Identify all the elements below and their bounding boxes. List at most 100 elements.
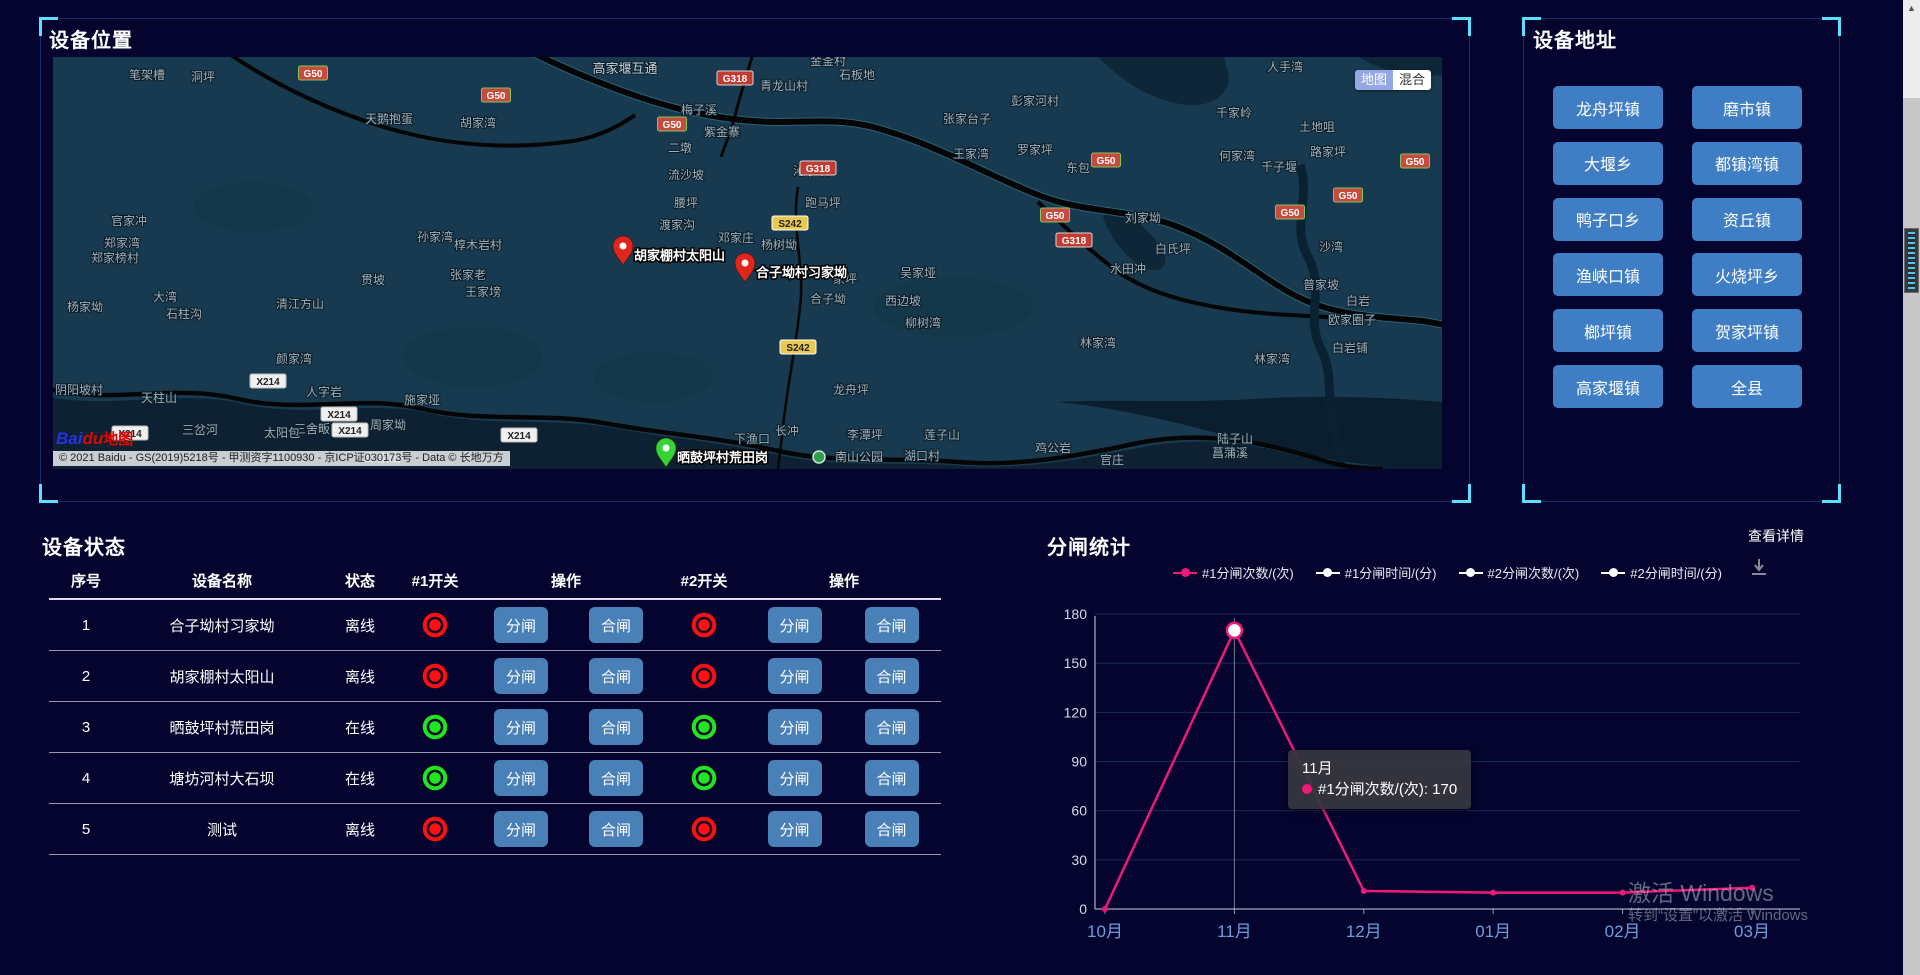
address-button-渔峡口镇[interactable]: 渔峡口镇 (1553, 253, 1663, 296)
map-place-label: 菖蒲溪 (1212, 446, 1248, 460)
svg-text:01月: 01月 (1475, 922, 1511, 941)
address-button-大堰乡[interactable]: 大堰乡 (1553, 142, 1663, 185)
address-button-榔坪镇[interactable]: 榔坪镇 (1553, 309, 1663, 352)
corner-accent (1522, 484, 1541, 503)
map-place-label: 三岔河 (182, 423, 218, 437)
row-index: 4 (82, 770, 90, 787)
table-header-cell: 序号 (49, 570, 123, 591)
svg-text:合子坳村习家坳: 合子坳村习家坳 (756, 265, 847, 280)
close-switch1-button[interactable]: 合闸 (589, 607, 643, 643)
map-place-label: 刘家坳 (1125, 210, 1161, 225)
device-status: 离线 (345, 666, 375, 687)
map-place-label: 李潭坪 (847, 427, 883, 442)
road-badge: S242 (780, 340, 816, 354)
svg-text:S242: S242 (786, 343, 810, 354)
scrollbar-track-top[interactable] (1903, 0, 1920, 98)
open-switch2-button[interactable]: 分闸 (768, 811, 822, 847)
table-row: 1合子坳村习家坳离线分闸合闸分闸合闸 (49, 600, 941, 651)
road-badge: G50 (482, 88, 511, 102)
svg-text:X214: X214 (327, 410, 351, 421)
map-place-label: 白岩 (1346, 293, 1370, 308)
map-place-label: 湖口村 (904, 448, 940, 463)
data-point[interactable] (1102, 906, 1108, 912)
address-button-资丘镇[interactable]: 资丘镇 (1692, 198, 1802, 241)
map-place-label: 梅子溪 (681, 102, 717, 117)
address-button-贺家坪镇[interactable]: 贺家坪镇 (1692, 309, 1802, 352)
map-place-label: 邓家庄 (718, 230, 754, 245)
open-switch1-button[interactable]: 分闸 (494, 709, 548, 745)
close-switch2-button[interactable]: 合闸 (865, 658, 919, 694)
map-place-label: 林家湾 (1080, 335, 1116, 350)
address-button-鸭子口乡[interactable]: 鸭子口乡 (1553, 198, 1663, 241)
svg-text:G50: G50 (1281, 208, 1300, 219)
map-type-地图[interactable]: 地图 (1355, 70, 1393, 90)
highlighted-data-point[interactable] (1227, 623, 1242, 638)
map-place-label: 普家坡 (1303, 277, 1339, 292)
svg-text:G50: G50 (487, 91, 506, 102)
map-place-label: 渡家沟 (659, 217, 695, 232)
baidu-map[interactable]: 笔架槽洞坪天鹅抱蛋胡家湾高家堰互通梅子溪紫金寨二墩金釜村石板地青龙山村张家台子彭… (53, 57, 1442, 469)
close-switch2-button[interactable]: 合闸 (865, 811, 919, 847)
open-switch2-button[interactable]: 分闸 (768, 658, 822, 694)
svg-text:X214: X214 (256, 377, 280, 388)
table-row: 2胡家棚村太阳山离线分闸合闸分闸合闸 (49, 651, 941, 702)
close-switch2-button[interactable]: 合闸 (865, 607, 919, 643)
road-badge: G50 (1041, 208, 1070, 222)
map-place-label: 天鹅抱蛋 (365, 111, 413, 126)
device-location-title: 设备位置 (49, 24, 133, 53)
map-place-label: 施家垭 (404, 392, 440, 407)
series-dot-icon (1302, 784, 1312, 794)
open-switch1-button[interactable]: 分闸 (494, 760, 548, 796)
map-place-label: 欧家圈子 (1328, 312, 1376, 327)
close-switch1-button[interactable]: 合闸 (589, 811, 643, 847)
address-button-全县[interactable]: 全县 (1692, 365, 1802, 408)
svg-text:G50: G50 (1339, 191, 1358, 202)
close-switch1-button[interactable]: 合闸 (589, 709, 643, 745)
svg-text:12月: 12月 (1346, 922, 1382, 941)
scrollbar-thumb[interactable] (1904, 228, 1919, 293)
map-place-label: 腰坪 (674, 196, 698, 210)
svg-text:G50: G50 (304, 69, 323, 80)
map-type-混合[interactable]: 混合 (1393, 70, 1431, 90)
address-button-高家堰镇[interactable]: 高家堰镇 (1553, 365, 1663, 408)
open-switch1-button[interactable]: 分闸 (494, 607, 548, 643)
road-badge: G50 (1092, 153, 1121, 167)
table-body: 1合子坳村习家坳离线分闸合闸分闸合闸2胡家棚村太阳山离线分闸合闸分闸合闸3晒鼓坪… (49, 600, 941, 855)
address-button-磨市镇[interactable]: 磨市镇 (1692, 86, 1802, 129)
map-place-label: 罗家坪 (1017, 142, 1053, 157)
svg-text:S242: S242 (778, 219, 802, 230)
row-index: 2 (82, 668, 90, 685)
close-switch2-button[interactable]: 合闸 (865, 709, 919, 745)
open-switch1-button[interactable]: 分闸 (494, 658, 548, 694)
map-place-label: 杨树坳 (761, 237, 797, 252)
tooltip-category: 11月 (1302, 758, 1457, 779)
open-switch2-button[interactable]: 分闸 (768, 607, 822, 643)
open-switch2-button[interactable]: 分闸 (768, 760, 822, 796)
table-row: 4塘坊河村大石坝在线分闸合闸分闸合闸 (49, 753, 941, 804)
svg-text:G50: G50 (1097, 156, 1116, 167)
map-copyright: © 2021 Baidu - GS(2019)5218号 - 甲测资字11009… (53, 451, 510, 466)
map-place-label: 流沙坡 (668, 168, 704, 182)
switch1-indicator-red (422, 816, 448, 842)
open-switch1-button[interactable]: 分闸 (494, 811, 548, 847)
data-point[interactable] (1620, 890, 1626, 896)
map-place-label: 莲子山 (924, 428, 960, 442)
scrollbar-up-arrow-icon[interactable]: ▲ (1907, 3, 1916, 13)
map-place-label: 颜家湾 (276, 351, 312, 366)
svg-text:90: 90 (1071, 754, 1087, 770)
close-switch1-button[interactable]: 合闸 (589, 658, 643, 694)
view-details-link[interactable]: 查看详情 (1748, 526, 1804, 546)
map-place-label: 贯坡 (361, 273, 385, 287)
close-switch1-button[interactable]: 合闸 (589, 760, 643, 796)
address-button-都镇湾镇[interactable]: 都镇湾镇 (1692, 142, 1802, 185)
close-switch2-button[interactable]: 合闸 (865, 760, 919, 796)
open-switch2-button[interactable]: 分闸 (768, 709, 822, 745)
svg-text:南山公园: 南山公园 (835, 449, 883, 464)
address-button-龙舟坪镇[interactable]: 龙舟坪镇 (1553, 86, 1663, 129)
map-place-label: 洞坪 (191, 70, 215, 84)
address-button-火烧坪乡[interactable]: 火烧坪乡 (1692, 253, 1802, 296)
data-point[interactable] (1490, 890, 1496, 896)
data-point[interactable] (1361, 888, 1367, 894)
map-place-label: 大湾 (153, 289, 177, 304)
table-header-cell: #2开关 (661, 570, 747, 591)
